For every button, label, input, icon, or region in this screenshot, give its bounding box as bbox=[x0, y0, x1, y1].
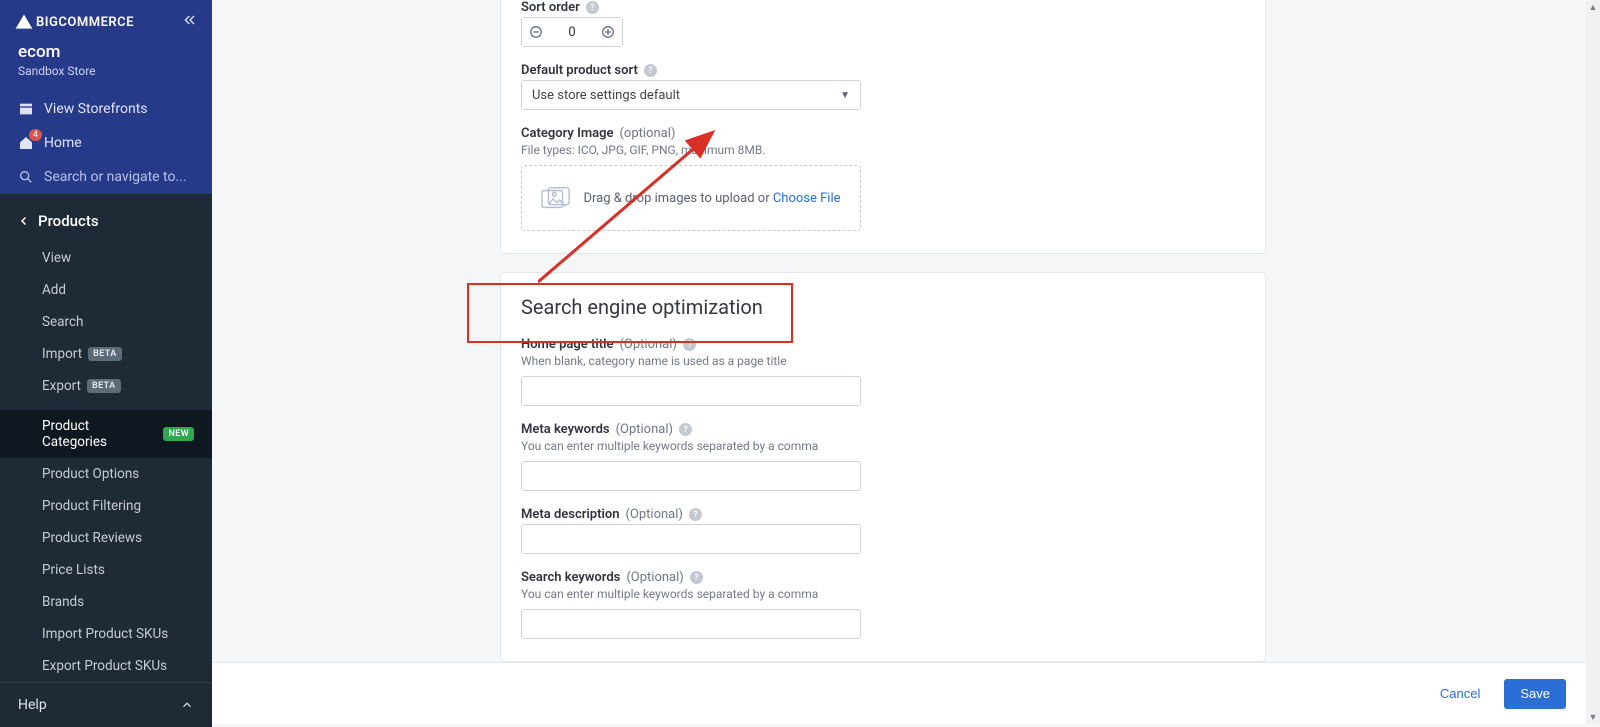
help-icon[interactable]: ? bbox=[644, 64, 657, 77]
help-icon[interactable]: ? bbox=[683, 338, 696, 351]
sidebar-item-view[interactable]: View bbox=[0, 242, 212, 274]
nav-view-storefronts[interactable]: View Storefronts bbox=[0, 92, 212, 126]
meta-description-input[interactable] bbox=[521, 524, 861, 554]
store-subtitle: Sandbox Store bbox=[18, 64, 194, 78]
pill: BETA bbox=[88, 347, 122, 361]
sort-order-stepper[interactable]: 0 bbox=[521, 17, 623, 47]
sidebar-item-search[interactable]: Search bbox=[0, 306, 212, 338]
collapse-sidebar-icon[interactable] bbox=[182, 12, 198, 32]
store-name: ecom bbox=[18, 42, 194, 62]
brand-mark-icon bbox=[14, 12, 34, 32]
default-sort-select[interactable]: Use store settings default ▼ bbox=[521, 80, 861, 110]
sidebar-item-export[interactable]: ExportBETA bbox=[0, 370, 212, 402]
sidebar-item-product-categories[interactable]: Product CategoriesNEW bbox=[0, 410, 212, 458]
label-home-title: Home page title (Optional) ? bbox=[521, 337, 1245, 352]
search-keywords-input[interactable] bbox=[521, 609, 861, 639]
home-badge: 4 bbox=[29, 129, 42, 141]
store-block: ecom Sandbox Store bbox=[0, 40, 212, 92]
nav-home[interactable]: 4 Home bbox=[0, 126, 212, 160]
sidebar-item-product-reviews[interactable]: Product Reviews bbox=[0, 522, 212, 554]
chevron-down-icon: ▼ bbox=[840, 90, 850, 101]
card-basic: Sort order ? 0 Default product sort ? bbox=[500, 0, 1266, 254]
sidebar-item-import[interactable]: ImportBETA bbox=[0, 338, 212, 370]
help-icon[interactable]: ? bbox=[586, 1, 599, 14]
sidebar: BIGCOMMERCE ecom Sandbox Store View Stor… bbox=[0, 0, 212, 724]
stepper-value: 0 bbox=[550, 25, 594, 40]
cancel-button[interactable]: Cancel bbox=[1424, 679, 1496, 709]
help-icon[interactable]: ? bbox=[679, 423, 692, 436]
hint-category-image: File types: ICO, JPG, GIF, PNG, maximum … bbox=[521, 143, 1245, 157]
stepper-plus[interactable] bbox=[594, 18, 622, 46]
chevron-up-icon bbox=[180, 698, 194, 712]
save-button[interactable]: Save bbox=[1504, 679, 1566, 709]
sidebar-item-add[interactable]: Add bbox=[0, 274, 212, 306]
card-seo: Search engine optimization Home page tit… bbox=[500, 272, 1266, 662]
pill: NEW bbox=[163, 427, 194, 441]
footer-bar: Cancel Save bbox=[212, 662, 1586, 724]
brand-logo: BIGCOMMERCE bbox=[14, 12, 134, 32]
hint-meta-keywords: You can enter multiple keywords separate… bbox=[521, 439, 1245, 453]
sidebar-item-product-filtering[interactable]: Product Filtering bbox=[0, 490, 212, 522]
main-area: Sort order ? 0 Default product sort ? bbox=[212, 0, 1600, 724]
seo-section-title: Search engine optimization bbox=[521, 291, 791, 323]
label-default-sort: Default product sort ? bbox=[521, 63, 1245, 78]
sidebar-item-brands[interactable]: Brands bbox=[0, 586, 212, 618]
hint-search-keywords: You can enter multiple keywords separate… bbox=[521, 587, 1245, 601]
sidebar-item-import-product-skus[interactable]: Import Product SKUs bbox=[0, 618, 212, 650]
upload-icon bbox=[541, 186, 571, 210]
chevron-left-icon bbox=[18, 215, 30, 227]
image-dropzone[interactable]: Drag & drop images to upload or Choose F… bbox=[521, 165, 861, 231]
label-meta-description: Meta description (Optional) ? bbox=[521, 507, 1245, 522]
sidebar-item-product-options[interactable]: Product Options bbox=[0, 458, 212, 490]
label-search-keywords: Search keywords (Optional) ? bbox=[521, 570, 1245, 585]
pill: BETA bbox=[87, 379, 121, 393]
hint-home-title: When blank, category name is used as a p… bbox=[521, 354, 1245, 368]
sidebar-item-price-lists[interactable]: Price Lists bbox=[0, 554, 212, 586]
scroll-up-icon[interactable]: ▲ bbox=[1586, 0, 1600, 14]
sidebar-item-export-product-skus[interactable]: Export Product SKUs bbox=[0, 650, 212, 682]
help-toggle[interactable]: Help bbox=[0, 682, 212, 727]
search-icon bbox=[18, 169, 34, 185]
home-title-input[interactable] bbox=[521, 376, 861, 406]
storefront-icon bbox=[18, 101, 34, 117]
label-sort-order: Sort order ? bbox=[521, 0, 1245, 15]
label-meta-keywords: Meta keywords (Optional) ? bbox=[521, 422, 1245, 437]
help-icon[interactable]: ? bbox=[689, 508, 702, 521]
label-category-image: Category Image (optional) bbox=[521, 126, 1245, 141]
vertical-scrollbar[interactable]: ▲ ▼ bbox=[1586, 0, 1600, 724]
nav-search[interactable]: Search or navigate to... bbox=[0, 160, 212, 194]
stepper-minus[interactable] bbox=[522, 18, 550, 46]
choose-file-link[interactable]: Choose File bbox=[773, 191, 841, 206]
scroll-down-icon[interactable]: ▼ bbox=[1586, 710, 1600, 724]
meta-keywords-input[interactable] bbox=[521, 461, 861, 491]
section-products[interactable]: Products bbox=[0, 200, 212, 242]
help-icon[interactable]: ? bbox=[690, 571, 703, 584]
